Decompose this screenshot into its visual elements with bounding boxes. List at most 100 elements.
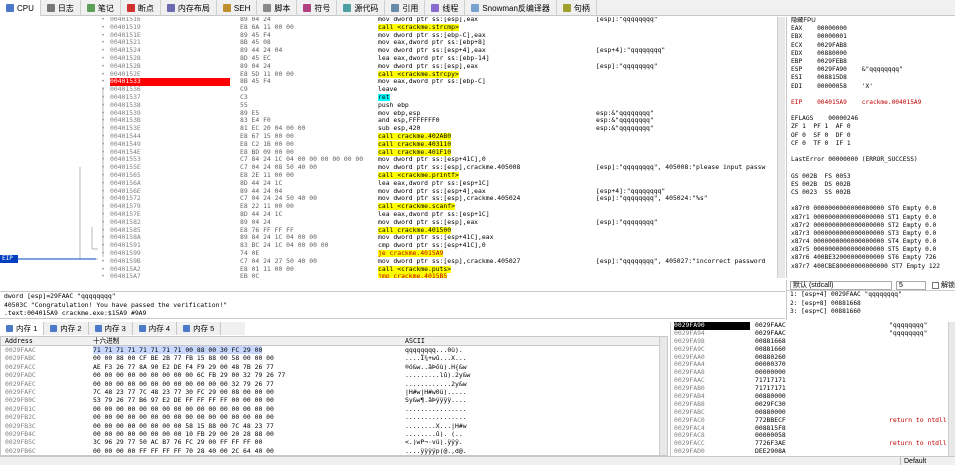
disassembly-row[interactable]: • 0040159B C7 04 24 27 50 40 00 mov dword p…: [0, 258, 777, 266]
stack-view[interactable]: 0029FA90 0029FAAC "qqqqqqqq" 0029FA94 0029FA…: [670, 322, 955, 456]
register-line[interactable]: LastError 00000000 (ERROR_SUCCESS): [787, 156, 955, 164]
tab-references[interactable]: 引用: [385, 0, 426, 16]
disassembly-row[interactable]: • 00401553 C7 84 24 1C 04 00 00 00 00 00 0…: [0, 156, 777, 164]
stack-row[interactable]: 0029FAB4 00880000: [671, 393, 955, 401]
register-line[interactable]: x87r4 0000000000000000000 ST4 Empty 0.0: [787, 238, 955, 246]
memory-dump[interactable]: Address 十六进制 ASCII 0029FAAC 71 71 71 71 7…: [0, 336, 668, 456]
disassembly-row[interactable]: • 0040156A 8D 44 24 1C lea eax,dword ptr ss…: [0, 180, 777, 188]
memory-tab-4[interactable]: 内存 4: [133, 322, 178, 335]
stack-row[interactable]: 0029FA9C 00881660: [671, 346, 955, 354]
bp-dot[interactable]: •: [100, 227, 106, 235]
stack-row[interactable]: 0029FAD0 DEE2908A: [671, 448, 955, 456]
register-line[interactable]: [787, 91, 955, 99]
register-line[interactable]: EBP 0029FEB8: [787, 58, 955, 66]
bp-dot[interactable]: •: [100, 172, 106, 180]
disassembly-row[interactable]: • 00401528 8D 45 EC lea eax,dword ptr ss:[e…: [0, 55, 777, 63]
disassembly-row[interactable]: • 00401516 89 04 24 mov dword ptr ss:[esp],…: [0, 17, 777, 24]
register-line[interactable]: EDI 00000058 'X': [787, 83, 955, 91]
stack-row[interactable]: 0029FAB0 71717171: [671, 385, 955, 393]
calling-convention-select[interactable]: 默认 (stdcall): [790, 280, 892, 290]
dump-row[interactable]: 0029FB0C 53 79 26 77 B6 97 E2 DE FF FF FF…: [1, 396, 667, 404]
register-line[interactable]: ES 002B DS 002B: [787, 181, 955, 189]
unlock-checkbox[interactable]: [932, 281, 939, 289]
register-line[interactable]: EAX 00000000: [787, 25, 955, 33]
stack-row[interactable]: 0029FAC4 008815F8: [671, 425, 955, 433]
bp-dot[interactable]: •: [100, 125, 106, 133]
bp-dot[interactable]: •: [100, 203, 106, 211]
bp-dot[interactable]: •: [100, 71, 106, 79]
tab-log[interactable]: 日志: [41, 0, 81, 16]
disassembly-row[interactable]: • 004015A2 E8 01 11 00 00 call <crackme.put…: [0, 265, 777, 274]
bp-dot[interactable]: •: [100, 266, 106, 274]
bp-dot[interactable]: •: [100, 117, 106, 125]
disassembly-row[interactable]: • 00401544 E8 67 15 00 00 call crackme.402A…: [0, 133, 777, 141]
register-line[interactable]: [787, 107, 955, 115]
bp-dot[interactable]: •: [100, 180, 106, 188]
register-line[interactable]: x87r3 0000000000000000000 ST3 Empty 0.0: [787, 230, 955, 238]
bp-dot[interactable]: •: [100, 273, 106, 278]
register-line[interactable]: ZF 1 PF 1 AF 0: [787, 123, 955, 131]
bp-dot[interactable]: •: [100, 78, 106, 86]
tab-source[interactable]: 源代码: [337, 0, 386, 16]
register-line[interactable]: EBX 00000001: [787, 33, 955, 41]
hide-fpu-button[interactable]: 隐藏FPU: [787, 17, 955, 25]
register-line[interactable]: x87r2 0000000000000000000 ST2 Empty 0.0: [787, 222, 955, 230]
dump-scrollbar[interactable]: [659, 337, 667, 455]
memory-tab-3[interactable]: 内存 3: [89, 322, 133, 335]
bp-dot[interactable]: •: [100, 149, 106, 157]
memory-tab-5[interactable]: 内存 5: [177, 322, 222, 335]
stack-row[interactable]: 0029FAC0 772BBECF return to ntdll: [671, 417, 955, 425]
disassembly-row[interactable]: • 00401565 E8 2E 11 00 00 call <crackme.pri…: [0, 172, 777, 180]
disassembly-row[interactable]: • 004015A7 EB 0C jmp crackme.4015B5: [0, 273, 777, 278]
disassembly-row[interactable]: • 0040153B 83 E4 F0 and esp,FFFFFFF0 esp:&"q…: [0, 117, 777, 125]
disassembly-row[interactable]: • 00401537 C3 ret: [0, 94, 777, 102]
stack-row[interactable]: 0029FA94 0029FAAC "qqqqqqqq": [671, 330, 955, 338]
register-line[interactable]: CF 0 TF 0 IF 1: [787, 140, 955, 148]
bp-dot[interactable]: •: [100, 63, 106, 71]
dump-row[interactable]: 0029FB2C 00 00 00 00 00 00 00 00 00 00 00…: [1, 413, 667, 421]
disassembly-scrollbar[interactable]: [777, 17, 785, 278]
register-line[interactable]: [787, 148, 955, 156]
register-line[interactable]: EFLAGS 00000246: [787, 115, 955, 123]
stack-row[interactable]: 0029FAA8 00000000: [671, 369, 955, 377]
bp-dot[interactable]: •: [100, 219, 106, 227]
bp-dot[interactable]: •: [100, 17, 106, 24]
disassembly-row[interactable]: • 00401539 89 E5 mov ebp,esp esp:&"qqqqqqqq": [0, 110, 777, 118]
bp-dot[interactable]: •: [100, 55, 106, 63]
memory-tab-2[interactable]: 内存 2: [44, 322, 89, 335]
bp-dot[interactable]: •: [100, 141, 106, 149]
arg-count-spinner[interactable]: 5: [896, 280, 926, 290]
disassembly-row[interactable]: • 0040153E 81 EC 20 04 00 00 sub esp,420 esp…: [0, 125, 777, 133]
dump-row[interactable]: 0029FABC 00 00 88 00 CF BE 2B 77 FB 15 88…: [1, 354, 667, 362]
dump-row[interactable]: 0029FADC 00 00 00 00 00 00 00 00 00 6C FB…: [1, 371, 667, 379]
dump-row[interactable]: 0029FB1C 00 00 00 00 00 00 00 00 00 00 00…: [1, 405, 667, 413]
disassembly-row[interactable]: • 00401538 55 push ebp: [0, 102, 777, 110]
disassembly-row[interactable]: • 00401582 89 04 24 mov dword ptr ss:[esp],…: [0, 219, 777, 227]
disassembly-row[interactable]: • 00401579 E8 22 11 00 00 call <crackme.sca…: [0, 203, 777, 211]
bp-dot[interactable]: •: [100, 39, 106, 47]
bp-dot[interactable]: •: [100, 211, 106, 219]
tab-snowman[interactable]: Snowman反编译器: [465, 0, 557, 16]
bp-dot[interactable]: •: [100, 195, 106, 203]
register-line[interactable]: EIP 004015A9 crackme.004015A9: [787, 99, 955, 107]
disassembly-row[interactable]: • 00401533 8B 45 F4 mov eax,dword ptr ss:[e…: [0, 78, 777, 87]
register-line[interactable]: x87r6 400BE32000000000000 ST6 Empty 726: [787, 254, 955, 262]
disassembly-row[interactable]: • 0040157E 8D 44 24 1C lea eax,dword ptr ss…: [0, 211, 777, 219]
disassembly-row[interactable]: • 0040151E 89 45 F4 mov dword ptr ss:[ebp-C…: [0, 32, 777, 40]
dump-row[interactable]: 0029FACC AE F3 26 77 8A 90 E2 DE F4 F9 29…: [1, 363, 667, 371]
bp-dot[interactable]: •: [100, 102, 106, 110]
bp-dot[interactable]: •: [100, 32, 106, 40]
tab-breakpoint[interactable]: 断点: [121, 0, 161, 16]
disassembly-row[interactable]: • 00401585 E8 76 FF FF FF call crackme.4015…: [0, 226, 777, 235]
disassembly-row[interactable]: • 00401524 89 44 24 04 mov dword ptr ss:[es…: [0, 47, 777, 55]
register-line[interactable]: CS 0023 SS 002B: [787, 189, 955, 197]
stack-row[interactable]: 0029FAB8 0029FC30: [671, 401, 955, 409]
bp-dot[interactable]: •: [100, 47, 106, 55]
tab-handles[interactable]: 句柄: [557, 0, 597, 16]
bp-dot[interactable]: •: [100, 242, 106, 250]
dump-row[interactable]: 0029FB5C 3C 96 29 77 50 AC B7 76 FC 29 00…: [1, 438, 667, 446]
register-line[interactable]: x87r0 0000000000000000000 ST0 Empty 0.0: [787, 205, 955, 213]
disassembly-row[interactable]: • 0040158A 89 84 24 1C 04 00 00 mov dword p…: [0, 234, 777, 242]
tab-memory-map[interactable]: 内存布局: [161, 0, 217, 16]
tab-script[interactable]: 脚本: [257, 0, 298, 16]
